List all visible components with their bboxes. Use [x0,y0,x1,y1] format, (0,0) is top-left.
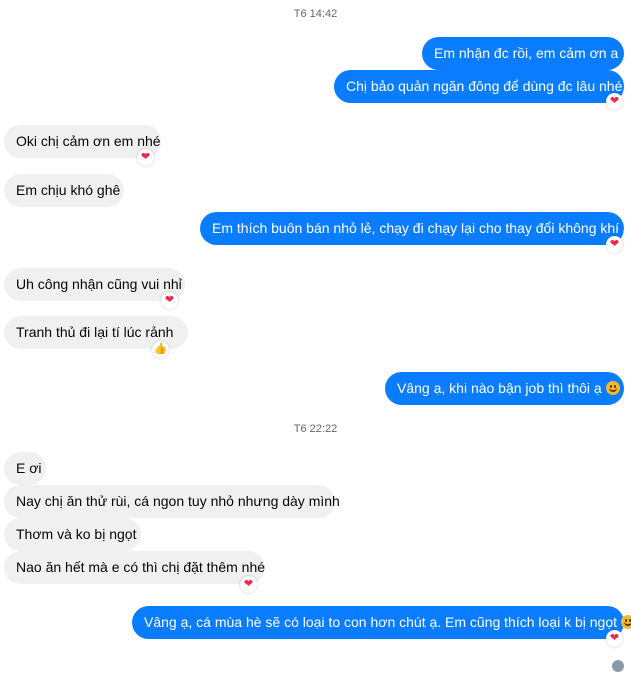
message-incoming[interactable]: E ơi [4,452,46,485]
message-incoming[interactable]: Nay chị ăn thử rùi, cá ngon tuy nhỏ nhưn… [4,485,340,518]
message-text: Thơm và ko bị ngọt [16,526,137,542]
timestamp: T6 22:22 [293,423,338,435]
message-outgoing[interactable]: Vâng ạ, khi nào bận job thì thôi ạ [385,372,624,405]
thumbs-up-reaction-icon[interactable]: 👍 [152,341,169,358]
message-incoming[interactable]: Nao ăn hết mà e có thì chị đặt thêm nhé [4,551,265,584]
message-text: E ơi [16,460,42,476]
message-text: Oki chị cảm ơn em nhé [16,133,161,149]
message-text: Em chịu khó ghê [16,182,121,198]
message-text: Nay chị ăn thử rùi, cá ngon tuy nhỏ nhưn… [16,493,340,509]
message-text: Tranh thủ đi lại tí lúc rảnh [16,324,174,340]
message-text: Nao ăn hết mà e có thì chị đặt thêm nhé [16,559,266,575]
message-text: Vâng ạ, khi nào bận job thì thôi ạ [397,380,602,396]
smile-emoji-icon [620,615,631,629]
message-text: Uh công nhận cũng vui nhỉ [16,276,182,292]
message-text: Vâng ạ, cá mùa hè sẽ có loại to con hơn … [144,614,618,630]
message-incoming[interactable]: Em chịu khó ghê [4,174,124,207]
timestamp: T6 14:42 [293,8,338,20]
message-text: Chị bảo quản ngăn đông để dùng đc lâu nh… [346,78,623,94]
heart-reaction-icon[interactable]: ❤ [137,149,154,166]
smile-emoji-icon [605,381,620,395]
heart-reaction-icon[interactable]: ❤ [161,292,178,309]
seen-avatar-icon [612,660,624,672]
heart-reaction-icon[interactable]: ❤ [240,576,257,593]
message-outgoing[interactable]: Vâng ạ, cá mùa hè sẽ có loại to con hơn … [132,606,631,639]
heart-reaction-icon[interactable]: ❤ [606,236,623,253]
message-outgoing[interactable]: Em nhận đc rồi, em cảm ơn a [422,37,624,70]
message-text: Em nhận đc rồi, em cảm ơn a [434,45,619,61]
message-text: Em thích buôn bán nhỏ lẻ, chạy đi chạy l… [212,220,631,236]
message-outgoing[interactable]: Em thích buôn bán nhỏ lẻ, chạy đi chạy l… [200,212,631,245]
message-incoming[interactable]: Uh công nhận cũng vui nhỉ [4,268,185,301]
heart-reaction-icon[interactable]: ❤ [606,93,623,110]
message-outgoing[interactable]: Chị bảo quản ngăn đông để dùng đc lâu nh… [334,70,624,103]
heart-reaction-icon[interactable]: ❤ [606,630,623,647]
message-incoming[interactable]: Thơm và ko bị ngọt [4,518,141,551]
